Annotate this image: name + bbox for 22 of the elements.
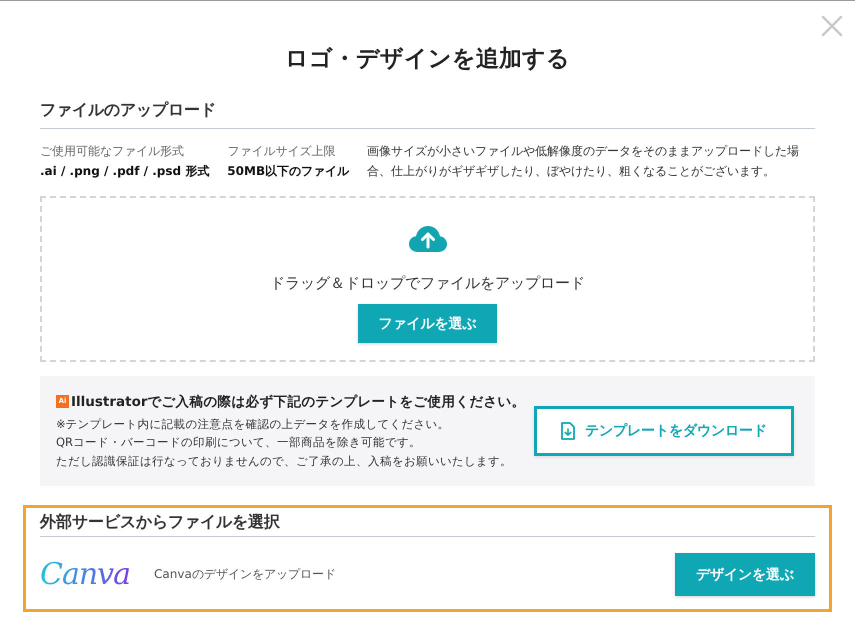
close-icon	[821, 15, 843, 37]
spec-value: 50MB以下のファイル	[227, 163, 350, 180]
close-button[interactable]	[821, 15, 843, 37]
service-description: Canvaのデザインをアップロード	[154, 566, 337, 583]
spec-label: ご使用可能なファイル形式	[40, 143, 185, 160]
choose-file-button[interactable]: ファイルを選ぶ	[358, 304, 497, 343]
notice-heading: Illustratorでご入稿の際は必ず下記のテンプレートをご使用ください。	[71, 392, 526, 412]
notice-text: QRコード・バーコードの印刷について、一部商品を除き可能です。	[56, 434, 422, 452]
drop-zone-text: ドラッグ＆ドロップでファイルをアップロード	[270, 273, 585, 294]
download-template-button[interactable]: テンプレートをダウンロード	[534, 406, 794, 456]
spec-value: .ai / .png / .pdf / .psd 形式	[40, 163, 210, 180]
section-heading: 外部サービスからファイルを選択	[40, 511, 815, 537]
choose-design-button[interactable]: デザインを選ぶ	[675, 553, 815, 596]
section-heading: ファイルのアップロード	[40, 99, 815, 129]
notice-text: ただし認識保証は行なっておりませんので、ご了承の上、入稿をお願いいたします。	[56, 452, 513, 470]
dialog-title: ロゴ・デザインを追加する	[284, 45, 571, 73]
cloud-upload-icon	[408, 226, 446, 252]
file-download-icon	[561, 422, 575, 440]
notice-text: ※テンプレート内に記載の注意点を確認の上データを作成してください。	[56, 416, 451, 433]
drop-zone[interactable]: ドラッグ＆ドロップでファイルをアップロード ファイルを選ぶ	[40, 196, 815, 362]
spec-label: ファイルサイズ上限	[227, 143, 336, 160]
resolution-note: 画像サイズが小さいファイルや低解像度のデータをそのままアップロードした場合、仕上がりがギザギザしたり、ぼやけたり、粗くなることがございます。	[367, 143, 800, 180]
